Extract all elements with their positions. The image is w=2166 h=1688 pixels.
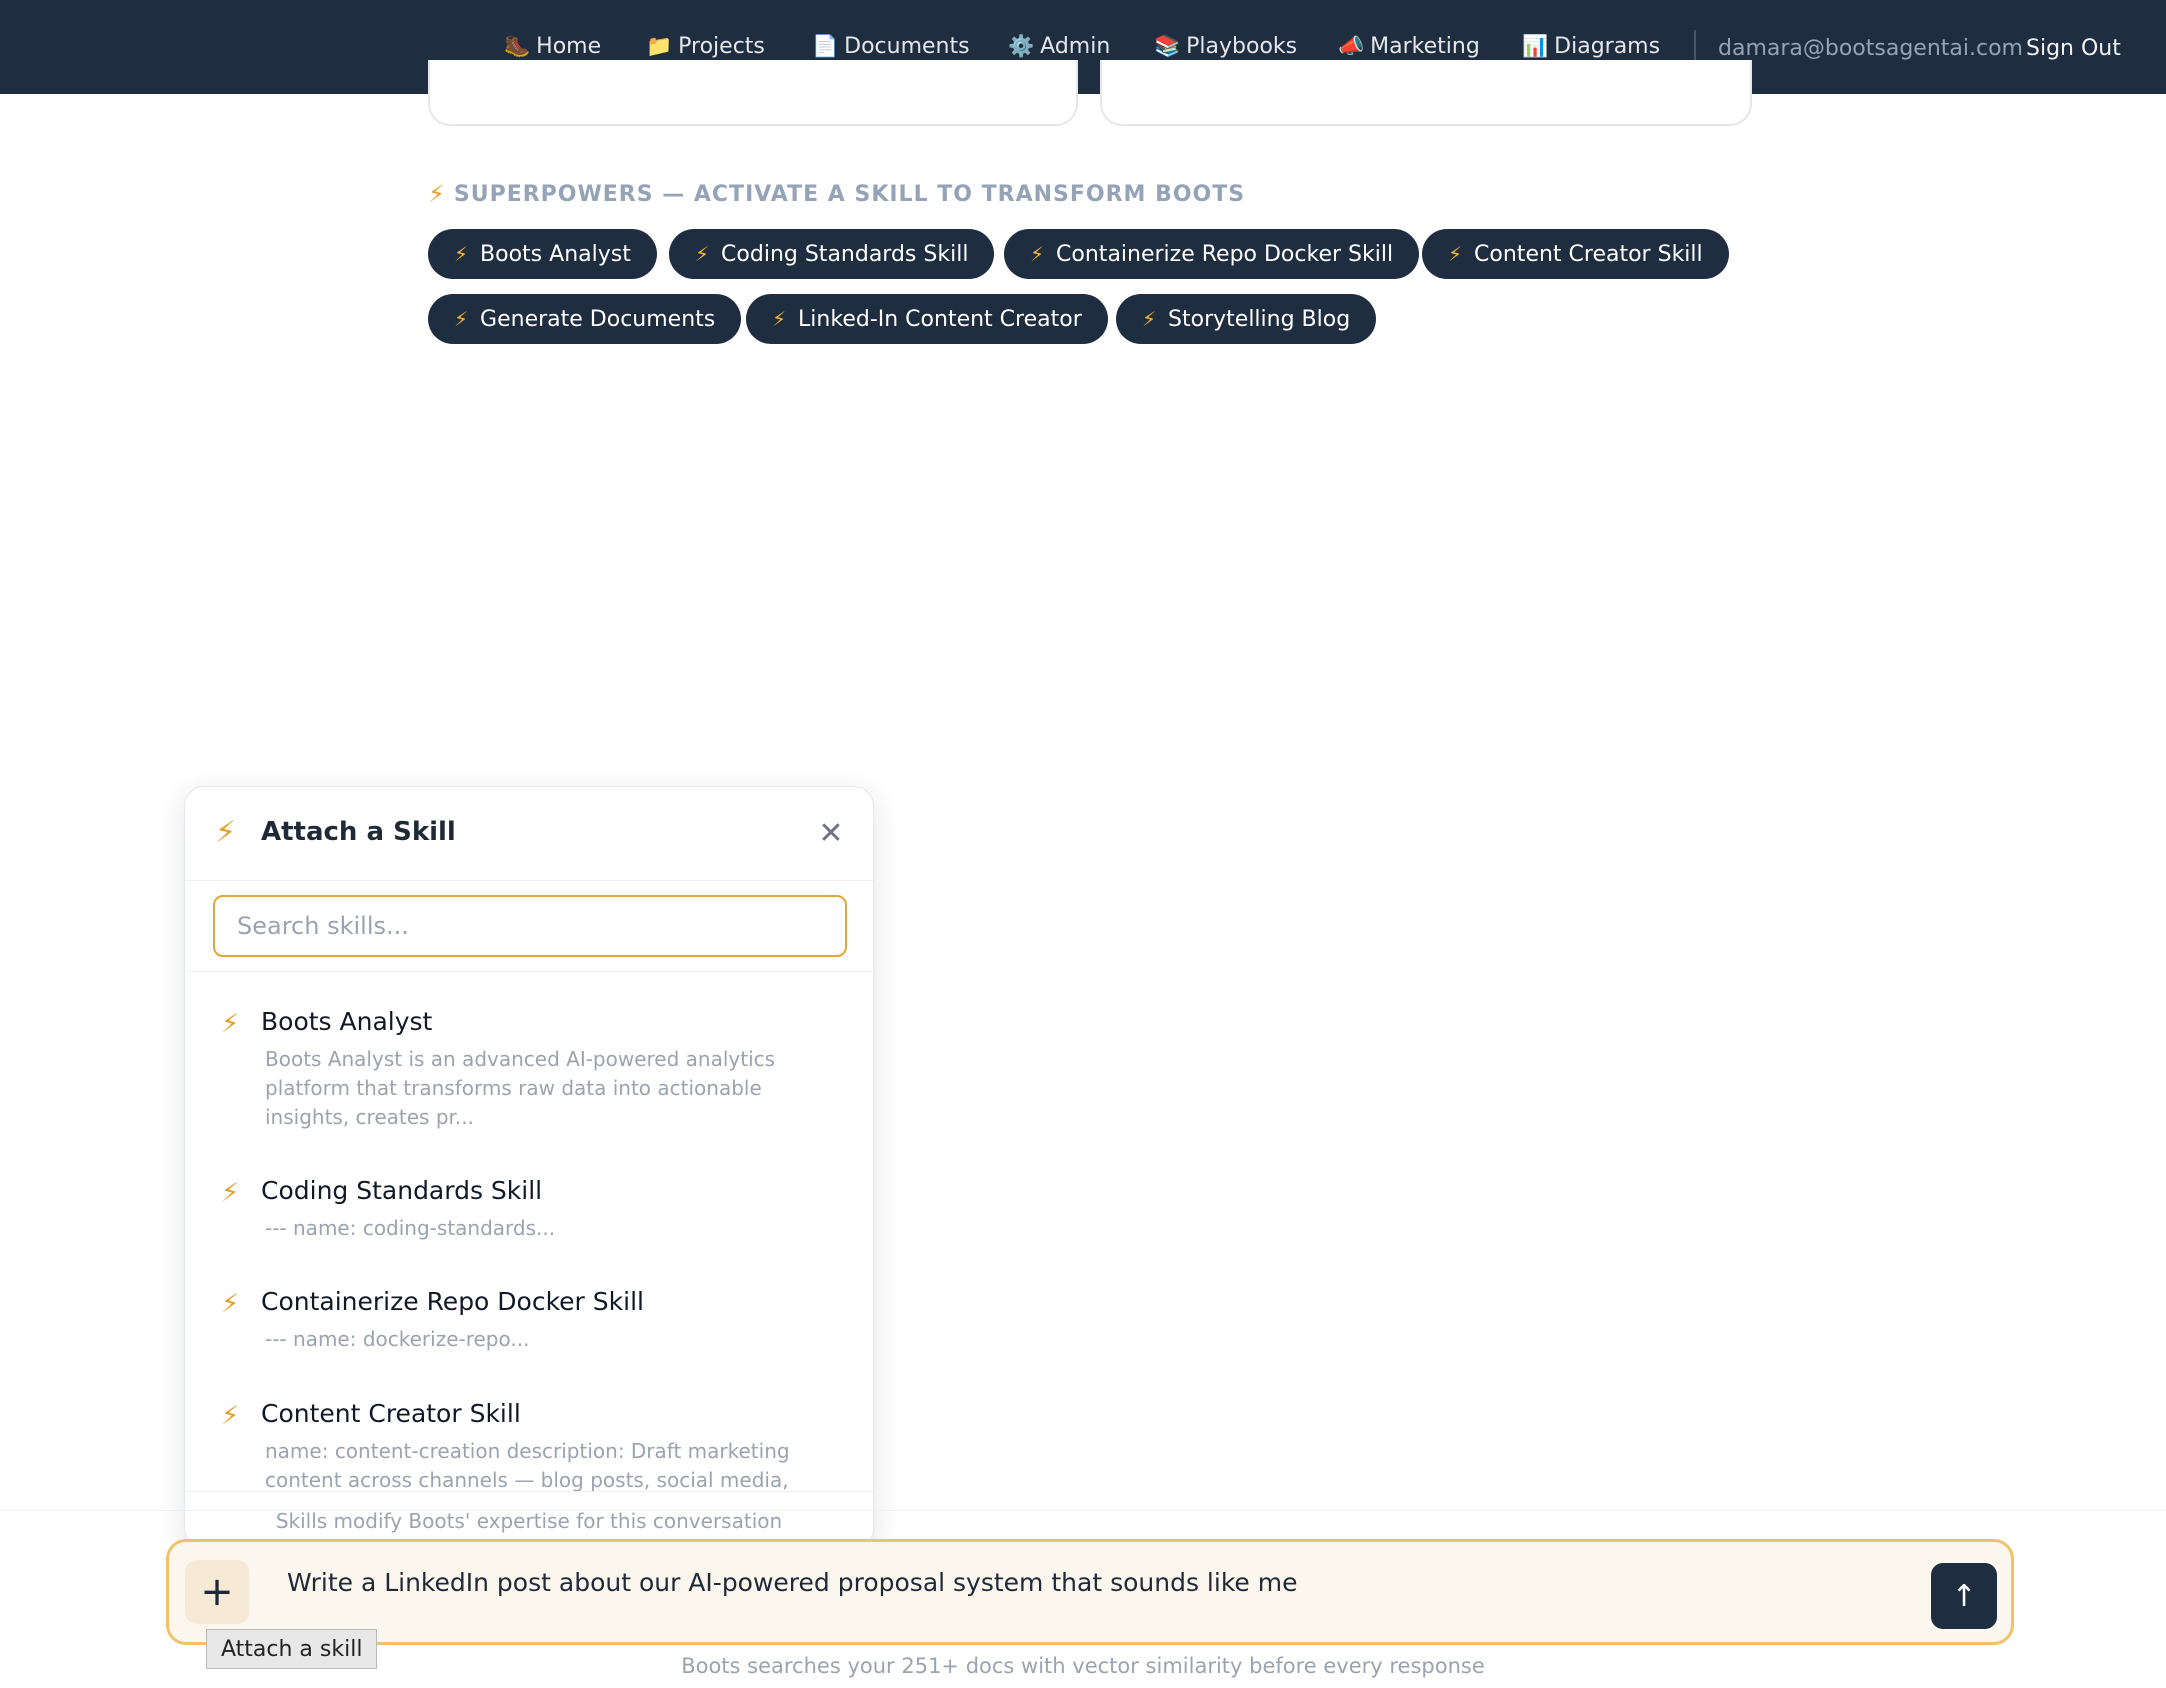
skill-chip-label: Generate Documents bbox=[480, 306, 716, 332]
skill-chip-label: Storytelling Blog bbox=[1168, 306, 1351, 332]
panel-title: Attach a Skill bbox=[261, 817, 456, 847]
skill-option-description: --- name: dockerize-repo... bbox=[265, 1327, 530, 1351]
bar-chart-icon: 📊 bbox=[1522, 33, 1549, 58]
lightning-icon: ⚡ bbox=[454, 307, 469, 331]
attach-skill-panel: ⚡ Attach a Skill ✕ ⚡ Boots Analyst Boots… bbox=[184, 786, 874, 1548]
folder-icon: 📁 bbox=[646, 33, 673, 58]
top-nav-bar: 🥾 Home 📁 Projects 📄 Documents ⚙️ Admin 📚… bbox=[0, 0, 2166, 94]
boot-icon: 🥾 bbox=[504, 33, 531, 58]
lightning-icon: ⚡ bbox=[221, 1401, 240, 1431]
search-divider bbox=[185, 971, 873, 972]
skill-option-name: Content Creator Skill bbox=[261, 1399, 521, 1428]
nav-admin-label: Admin bbox=[1040, 33, 1111, 59]
message-input[interactable]: Write a LinkedIn post about our AI-power… bbox=[287, 1568, 1297, 1597]
superpowers-heading-text: SUPERPOWERS — ACTIVATE A SKILL TO TRANSF… bbox=[453, 181, 1246, 207]
arrow-up-icon: ↑ bbox=[1951, 1578, 1977, 1614]
nav-home-label: Home bbox=[536, 33, 602, 59]
skill-option-description: --- name: coding-standards... bbox=[265, 1216, 556, 1240]
nav-marketing-label: Marketing bbox=[1370, 33, 1480, 59]
lightning-icon: ⚡ bbox=[772, 307, 787, 331]
attach-skill-button[interactable]: + bbox=[185, 1560, 249, 1624]
books-icon: 📚 bbox=[1154, 33, 1181, 58]
skill-chip-label: Content Creator Skill bbox=[1474, 241, 1703, 267]
skill-option-name: Coding Standards Skill bbox=[261, 1176, 543, 1205]
lightning-icon: ⚡ bbox=[1030, 242, 1045, 266]
skill-option-name: Boots Analyst bbox=[261, 1007, 433, 1036]
lightning-icon: ⚡ bbox=[221, 1178, 240, 1208]
close-icon[interactable]: ✕ bbox=[811, 813, 851, 853]
nav-diagrams-label: Diagrams bbox=[1554, 33, 1661, 59]
skill-chip-label: Containerize Repo Docker Skill bbox=[1056, 241, 1394, 267]
skill-chip-storytelling-blog[interactable]: ⚡ Storytelling Blog bbox=[1116, 294, 1377, 344]
skill-search-input[interactable] bbox=[237, 912, 823, 940]
card-right[interactable] bbox=[1100, 60, 1752, 126]
send-button[interactable]: ↑ bbox=[1931, 1563, 1997, 1629]
nav-documents-label: Documents bbox=[844, 33, 970, 59]
lightning-icon: ⚡ bbox=[428, 180, 446, 208]
card-left[interactable] bbox=[428, 60, 1078, 126]
panel-header: ⚡ Attach a Skill ✕ bbox=[185, 787, 873, 881]
document-icon: 📄 bbox=[812, 33, 839, 58]
skill-search-box[interactable] bbox=[213, 895, 847, 957]
skill-chip-coding-standards[interactable]: ⚡ Coding Standards Skill bbox=[669, 229, 995, 279]
megaphone-icon: 📣 bbox=[1338, 33, 1365, 58]
lightning-icon: ⚡ bbox=[221, 1009, 240, 1039]
skill-chip-containerize-repo[interactable]: ⚡ Containerize Repo Docker Skill bbox=[1004, 229, 1420, 279]
message-composer[interactable]: + Write a LinkedIn post about our AI-pow… bbox=[166, 1539, 2014, 1645]
composer-divider bbox=[0, 1510, 2166, 1511]
skill-chip-content-creator[interactable]: ⚡ Content Creator Skill bbox=[1422, 229, 1729, 279]
skill-chip-generate-documents[interactable]: ⚡ Generate Documents bbox=[428, 294, 742, 344]
superpowers-heading: ⚡ SUPERPOWERS — ACTIVATE A SKILL TO TRAN… bbox=[428, 180, 1245, 208]
lightning-icon: ⚡ bbox=[454, 242, 469, 266]
skill-chip-linkedin-content-creator[interactable]: ⚡ Linked-In Content Creator bbox=[746, 294, 1108, 344]
skill-chip-label: Boots Analyst bbox=[480, 241, 631, 267]
lightning-icon: ⚡ bbox=[215, 815, 237, 850]
gear-icon: ⚙️ bbox=[1008, 33, 1035, 58]
lightning-icon: ⚡ bbox=[1448, 242, 1463, 266]
plus-icon: + bbox=[200, 1569, 234, 1615]
lightning-icon: ⚡ bbox=[1142, 307, 1157, 331]
skill-option-description: name: content-creation description: Draf… bbox=[265, 1439, 790, 1492]
lightning-icon: ⚡ bbox=[695, 242, 710, 266]
lightning-icon: ⚡ bbox=[221, 1289, 240, 1319]
user-email: damara@bootsagentai.com bbox=[1718, 35, 2023, 61]
nav-playbooks-label: Playbooks bbox=[1186, 33, 1298, 59]
skill-chip-boots-analyst[interactable]: ⚡ Boots Analyst bbox=[428, 229, 657, 279]
skill-option-name: Containerize Repo Docker Skill bbox=[261, 1287, 644, 1316]
skill-option-description: Boots Analyst is an advanced AI-powered … bbox=[265, 1047, 776, 1129]
sign-out-button[interactable]: Sign Out bbox=[2026, 28, 2121, 68]
nav-projects-label: Projects bbox=[678, 33, 765, 59]
composer-footnote: Boots searches your 251+ docs with vecto… bbox=[681, 1654, 1485, 1678]
nav-divider bbox=[1694, 30, 1696, 60]
skill-chip-label: Linked-In Content Creator bbox=[798, 306, 1082, 332]
skill-chip-label: Coding Standards Skill bbox=[721, 241, 969, 267]
